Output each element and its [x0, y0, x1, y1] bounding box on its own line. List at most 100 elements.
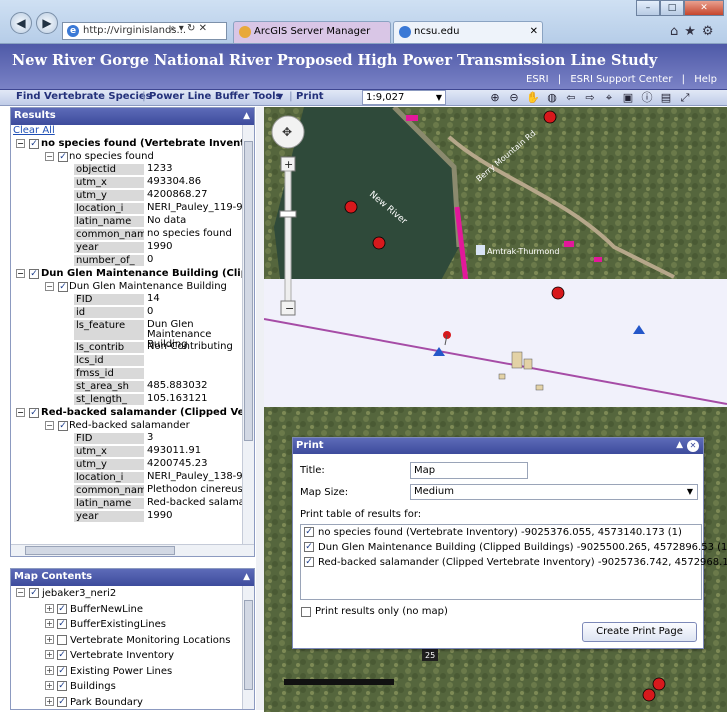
- zoom-track[interactable]: [284, 170, 292, 302]
- print-result-item[interactable]: ✓ Red-backed salamander (Clipped Vertebra…: [301, 555, 727, 570]
- xy-locate-icon[interactable]: ⌖: [601, 90, 617, 105]
- tab-close-icon[interactable]: ✕: [530, 22, 538, 42]
- scroll-thumb[interactable]: [244, 600, 253, 690]
- result-checkbox[interactable]: ✓: [29, 408, 39, 418]
- collapse-caret-icon[interactable]: ▲: [676, 438, 683, 453]
- layer-checkbox[interactable]: ✓: [57, 696, 67, 707]
- print-item-checkbox[interactable]: ✓: [304, 542, 314, 552]
- overview-icon[interactable]: ⤢: [677, 90, 693, 105]
- print-item-checkbox[interactable]: ✓: [304, 557, 314, 567]
- previous-extent-icon[interactable]: ⇦: [563, 90, 579, 105]
- layer-checkbox[interactable]: ✓: [57, 665, 67, 676]
- results-horizontal-scrollbar[interactable]: [11, 544, 254, 556]
- buffer-tools-dropdown-icon[interactable]: ▼: [277, 92, 283, 101]
- home-icon[interactable]: ⌂: [670, 24, 678, 39]
- print-item-checkbox[interactable]: ✓: [304, 527, 314, 537]
- collapse-icon[interactable]: −: [16, 269, 25, 278]
- scroll-thumb[interactable]: [25, 546, 175, 555]
- layer-item[interactable]: + ✓ Park Boundary: [11, 695, 254, 710]
- close-icon[interactable]: ✕: [687, 440, 699, 452]
- results-vertical-scrollbar[interactable]: [242, 125, 254, 544]
- layer-item[interactable]: + ✓ Buildings: [11, 679, 254, 695]
- search-icon[interactable]: ⌕: [170, 23, 176, 34]
- feature-checkbox[interactable]: ✓: [58, 152, 68, 162]
- result-group[interactable]: − ✓ Dun Glen Maintenance Building (Clipp…: [11, 267, 254, 280]
- expand-icon[interactable]: +: [45, 619, 54, 628]
- feature-checkbox[interactable]: ✓: [58, 282, 68, 292]
- feature-checkbox[interactable]: ✓: [58, 421, 68, 431]
- collapse-icon[interactable]: −: [16, 588, 25, 597]
- close-button[interactable]: ✕: [684, 0, 724, 16]
- scale-select[interactable]: 1:9,027 ▼: [362, 90, 446, 105]
- result-group[interactable]: − ✓ no species found (Vertebrate Invento…: [11, 137, 254, 150]
- favorites-icon[interactable]: ★: [684, 24, 696, 39]
- expand-icon[interactable]: +: [45, 681, 54, 690]
- result-group[interactable]: − ✓ Red-backed salamander (Clipped Verte…: [11, 406, 254, 419]
- back-button-icon[interactable]: ◀: [10, 12, 32, 34]
- collapse-icon[interactable]: −: [45, 152, 54, 161]
- print-result-item[interactable]: ✓ no species found (Vertebrate Inventory)…: [301, 525, 701, 540]
- collapse-icon[interactable]: −: [16, 408, 25, 417]
- maximize-button[interactable]: □: [660, 0, 684, 16]
- results-only-option[interactable]: Print results only (no map): [300, 606, 448, 619]
- result-feature[interactable]: − ✓ Red-backed salamander: [11, 419, 254, 432]
- zoom-in-icon[interactable]: ⊕: [487, 90, 503, 105]
- zoom-out-icon[interactable]: ⊖: [506, 90, 522, 105]
- refresh-icon[interactable]: ↻: [187, 23, 195, 34]
- esri-support-link[interactable]: ESRI Support Center: [570, 74, 672, 85]
- expand-icon[interactable]: +: [45, 650, 54, 659]
- layer-item[interactable]: + ✓ BufferNewLine: [11, 602, 254, 618]
- results-only-checkbox[interactable]: [301, 607, 311, 617]
- stop-icon[interactable]: ✕: [199, 23, 207, 34]
- minimize-button[interactable]: –: [636, 0, 660, 16]
- identify-icon[interactable]: ⓘ: [639, 90, 655, 105]
- pan-arrows-icon[interactable]: ✥: [282, 125, 292, 139]
- full-extent-icon[interactable]: ◍: [544, 90, 560, 105]
- layer-item[interactable]: + ✓ Existing Power Lines: [11, 664, 254, 680]
- collapse-caret-icon[interactable]: ▲: [243, 108, 250, 124]
- result-feature[interactable]: − ✓ no species found: [11, 150, 254, 163]
- next-extent-icon[interactable]: ⇨: [582, 90, 598, 105]
- esri-link[interactable]: ESRI: [526, 74, 549, 85]
- create-print-page-button[interactable]: Create Print Page: [582, 622, 697, 642]
- find-vertebrate-menu[interactable]: Find Vertebrate Species: [16, 91, 152, 102]
- gear-icon[interactable]: ⚙: [702, 24, 714, 39]
- expand-icon[interactable]: +: [45, 634, 54, 644]
- layer-checkbox[interactable]: ✓: [29, 588, 39, 598]
- help-link[interactable]: Help: [694, 74, 717, 85]
- result-feature[interactable]: − ✓ Dun Glen Maintenance Building: [11, 280, 254, 293]
- collapse-caret-icon[interactable]: ▲: [243, 569, 250, 585]
- clear-all-link[interactable]: Clear All: [11, 125, 254, 137]
- result-checkbox[interactable]: ✓: [29, 269, 39, 279]
- pan-hand-icon[interactable]: ✋: [525, 90, 541, 105]
- forward-button-icon[interactable]: ▶: [36, 12, 58, 34]
- layer-checkbox[interactable]: [57, 634, 67, 645]
- layer-root[interactable]: − ✓ jebaker3_neri2: [11, 586, 254, 602]
- clear-graphics-icon[interactable]: ▣: [620, 90, 636, 105]
- layer-item[interactable]: + ✓ BufferExistingLines: [11, 617, 254, 633]
- result-checkbox[interactable]: ✓: [29, 139, 39, 149]
- layer-checkbox[interactable]: ✓: [57, 650, 67, 660]
- print-result-item[interactable]: ✓ Dun Glen Maintenance Building (Clipped …: [301, 540, 727, 555]
- layer-checkbox[interactable]: ✓: [57, 603, 67, 614]
- compat-icon[interactable]: ▾: [179, 23, 184, 34]
- layer-checkbox[interactable]: ✓: [57, 619, 67, 629]
- expand-icon[interactable]: +: [45, 603, 54, 613]
- collapse-icon[interactable]: −: [45, 421, 54, 430]
- map-contents-scrollbar[interactable]: [242, 586, 254, 709]
- map-size-select[interactable]: Medium ▼: [410, 484, 698, 500]
- expand-icon[interactable]: +: [45, 665, 54, 675]
- buffer-tools-menu[interactable]: Power Line Buffer Tools: [149, 91, 281, 102]
- layer-checkbox[interactable]: ✓: [57, 681, 67, 691]
- layer-item[interactable]: + Vertebrate Monitoring Locations: [11, 633, 254, 649]
- pan-control[interactable]: ✥: [271, 115, 305, 149]
- collapse-icon[interactable]: −: [45, 282, 54, 291]
- panel-splitter[interactable]: [256, 107, 264, 710]
- expand-icon[interactable]: +: [45, 696, 54, 706]
- layer-item[interactable]: + ✓ Vertebrate Inventory: [11, 648, 254, 664]
- basemap-icon[interactable]: ▤: [658, 90, 674, 105]
- print-title-input[interactable]: Map: [410, 462, 528, 479]
- scroll-thumb[interactable]: [244, 141, 253, 441]
- print-menu[interactable]: Print: [296, 91, 324, 102]
- zoom-thumb[interactable]: [279, 210, 297, 218]
